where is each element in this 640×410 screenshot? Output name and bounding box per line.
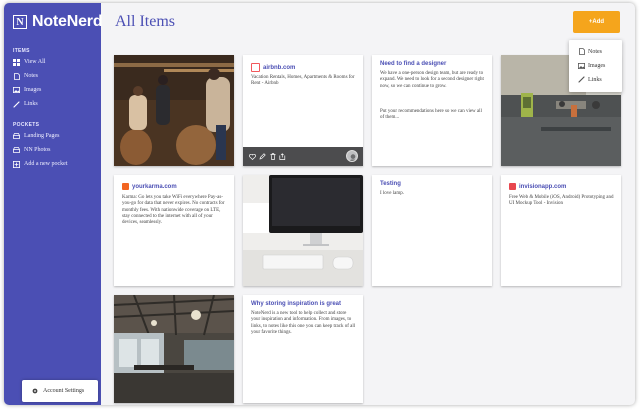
sidebar-item-label: Links (24, 101, 38, 107)
account-settings-button[interactable]: Account Settings (22, 380, 98, 402)
app-logo[interactable]: N NoteNerd (13, 12, 103, 32)
image-card-bar[interactable] (114, 55, 234, 166)
app-name: NoteNerd (32, 13, 103, 30)
sidebar: N NoteNerd ITEMS View All Notes Images L… (4, 3, 103, 405)
note-icon (13, 72, 20, 80)
sidebar-item-label: Images (24, 87, 42, 93)
note-card-testing[interactable]: Testing I love lamp. (372, 175, 492, 286)
menu-item-links[interactable]: Links (578, 75, 602, 84)
sidebar-pocket-nn-photos[interactable]: NN Photos (13, 145, 51, 155)
tray-icon (13, 133, 20, 140)
image-icon (13, 87, 20, 94)
note-body: I love lamp. (380, 191, 405, 196)
items-section-title: ITEMS (13, 48, 30, 54)
account-settings-label: Account Settings (43, 388, 85, 394)
sidebar-pocket-landing-pages[interactable]: Landing Pages (13, 131, 60, 141)
sidebar-item-label: Add a new pocket (24, 161, 68, 167)
note-title: Why storing inspiration is great (251, 301, 342, 307)
plus-square-icon (13, 160, 20, 168)
add-button[interactable]: +Add (573, 11, 620, 33)
avatar[interactable] (346, 150, 358, 162)
bar-photo (114, 55, 234, 166)
note-title: Need to find a designer (380, 61, 447, 67)
link-title[interactable]: yourkarma.com (122, 183, 177, 190)
workspace-photo (114, 295, 234, 403)
sidebar-item-links[interactable]: Links (13, 99, 38, 109)
link-icon (578, 76, 585, 83)
link-card-airbnb[interactable]: airbnb.com Vacation Rentals, Homes, Apar… (243, 55, 363, 166)
page-title: All Items (115, 13, 175, 30)
karma-favicon-icon (122, 183, 129, 190)
desk-photo (243, 175, 363, 286)
link-icon (13, 100, 20, 108)
sidebar-item-images[interactable]: Images (13, 85, 41, 95)
link-card-invision[interactable]: invisionapp.com Free Web & Mobile (iOS, … (501, 175, 621, 286)
share-icon[interactable] (279, 153, 286, 160)
invision-favicon-icon (509, 183, 516, 190)
image-card-desk[interactable] (243, 175, 363, 286)
note-card-designer[interactable]: Need to find a designer We have a one-pe… (372, 55, 492, 166)
sidebar-item-view-all[interactable]: View All (13, 57, 45, 67)
sidebar-item-label: View All (24, 59, 46, 65)
gear-icon (32, 388, 38, 394)
image-card-workspace[interactable] (114, 295, 234, 403)
image-icon (578, 62, 585, 69)
link-description: Vacation Rentals, Homes, Apartments & Ro… (251, 75, 355, 87)
add-pocket-button[interactable]: Add a new pocket (13, 159, 68, 169)
menu-item-notes[interactable]: Notes (578, 47, 602, 56)
sidebar-item-notes[interactable]: Notes (13, 71, 38, 81)
link-description: Karma: Go lets you take WiFi everywhere … (122, 195, 225, 226)
sidebar-item-label: Notes (24, 73, 38, 79)
menu-item-images[interactable]: Images (578, 61, 605, 70)
heart-icon[interactable] (249, 153, 256, 160)
trash-icon[interactable] (269, 153, 276, 160)
link-description: Free Web & Mobile (iOS, Android) Prototy… (509, 195, 614, 207)
edit-icon[interactable] (259, 153, 266, 160)
note-title: Testing (380, 181, 401, 187)
note-icon (578, 48, 585, 55)
note-body: Put your recommendations here so we can … (380, 109, 482, 121)
note-card-inspiration[interactable]: Why storing inspiration is great NoteNer… (243, 295, 363, 403)
link-card-karma[interactable]: yourkarma.com Karma: Go lets you take Wi… (114, 175, 234, 286)
airbnb-favicon-icon (251, 63, 260, 72)
grid-icon (13, 58, 20, 66)
pockets-section-title: POCKETS (13, 122, 40, 128)
note-body: NoteNerd is a new tool to help collect a… (251, 311, 356, 335)
card-toolbar (243, 147, 363, 166)
link-title[interactable]: airbnb.com (251, 63, 295, 72)
note-body: We have a one-person design team, but ar… (380, 71, 484, 89)
logo-icon: N (13, 15, 27, 29)
link-title[interactable]: invisionapp.com (509, 183, 566, 190)
add-dropdown-menu: Notes Images Links (569, 40, 622, 92)
tray-icon (13, 147, 20, 154)
app-window: N NoteNerd ITEMS View All Notes Images L… (4, 3, 635, 405)
sidebar-item-label: NN Photos (24, 147, 51, 153)
sidebar-item-label: Landing Pages (24, 133, 60, 139)
